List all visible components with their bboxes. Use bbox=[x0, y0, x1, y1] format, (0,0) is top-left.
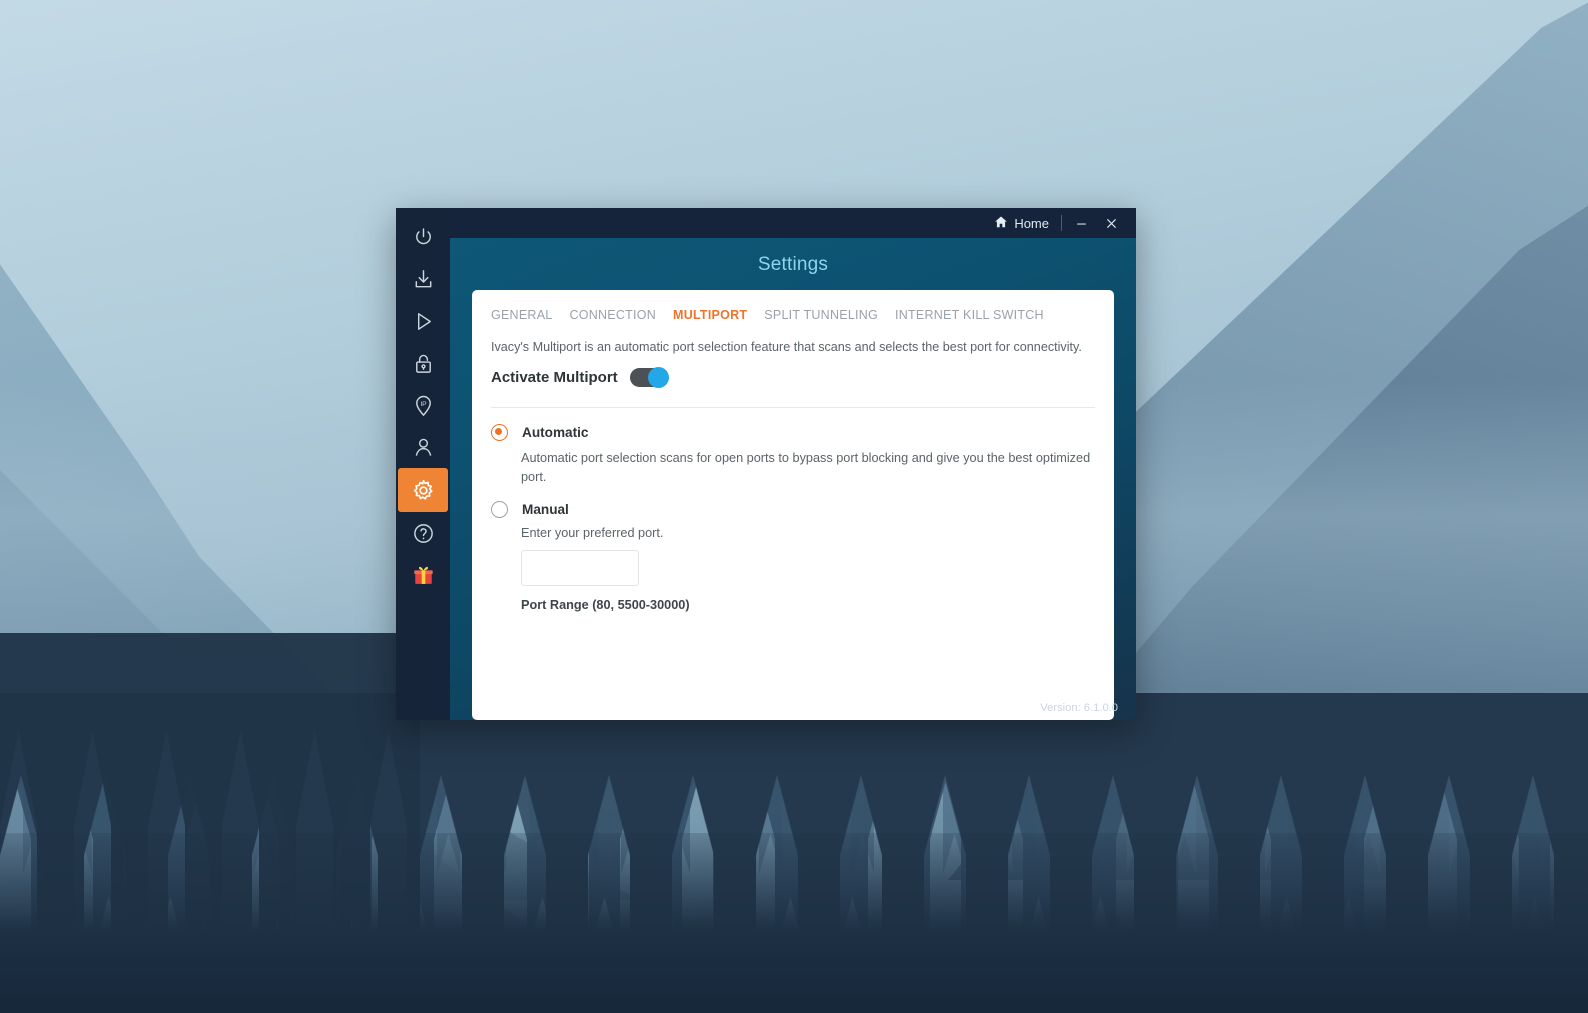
page-title: Settings bbox=[757, 254, 829, 275]
help-icon bbox=[412, 522, 435, 545]
tab-general[interactable]: GENERAL bbox=[491, 308, 553, 322]
forest-floor bbox=[0, 833, 1588, 1013]
ivacy-vpn-window: IP Home Settings GENERAL CONNECTION MULT… bbox=[396, 208, 1136, 720]
sidebar-item-ip[interactable]: IP bbox=[398, 384, 448, 426]
activate-multiport-label: Activate Multiport bbox=[491, 369, 618, 386]
sidebar-item-settings[interactable] bbox=[398, 468, 448, 512]
sidebar-item-streaming[interactable] bbox=[398, 300, 448, 342]
main-panel: Home Settings GENERAL CONNECTION MULTIPO… bbox=[450, 208, 1136, 720]
sidebar-item-help[interactable] bbox=[398, 512, 448, 554]
sidebar-item-download[interactable] bbox=[398, 258, 448, 300]
download-icon bbox=[412, 268, 435, 291]
home-label: Home bbox=[1014, 215, 1049, 231]
toggle-knob bbox=[647, 367, 669, 388]
automatic-label: Automatic bbox=[522, 425, 589, 440]
settings-tabs: GENERAL CONNECTION MULTIPORT SPLIT TUNNE… bbox=[491, 308, 1095, 322]
close-button[interactable] bbox=[1096, 210, 1126, 236]
desktop-wallpaper: IP Home Settings GENERAL CONNECTION MULT… bbox=[0, 0, 1588, 1013]
multiport-description: Ivacy's Multiport is an automatic port s… bbox=[491, 340, 1082, 354]
minimize-button[interactable] bbox=[1066, 210, 1096, 236]
settings-card: GENERAL CONNECTION MULTIPORT SPLIT TUNNE… bbox=[472, 290, 1114, 720]
sidebar-item-security[interactable] bbox=[398, 342, 448, 384]
tab-split-tunneling[interactable]: SPLIT TUNNELING bbox=[764, 308, 878, 322]
manual-hint: Enter your preferred port. bbox=[521, 526, 664, 541]
port-input[interactable] bbox=[521, 550, 639, 587]
version-label: Version: 6.1.0.0 bbox=[1040, 702, 1118, 714]
gift-icon bbox=[412, 564, 435, 587]
home-button[interactable]: Home bbox=[994, 215, 1061, 232]
manual-label: Manual bbox=[522, 502, 569, 518]
tab-internet-kill-switch[interactable]: INTERNET KILL SWITCH bbox=[895, 308, 1044, 322]
sidebar-item-gift[interactable] bbox=[398, 554, 448, 596]
tab-connection[interactable]: CONNECTION bbox=[570, 308, 657, 322]
automatic-description: Automatic port selection scans for open … bbox=[521, 451, 1091, 485]
lock-icon bbox=[412, 352, 435, 375]
ip-pin-icon: IP bbox=[412, 394, 435, 417]
section-divider bbox=[491, 407, 1095, 408]
port-range-label: Port Range (80, 5500-30000) bbox=[521, 598, 690, 613]
manual-radio[interactable] bbox=[491, 501, 508, 519]
gear-icon bbox=[411, 478, 436, 503]
tab-multiport[interactable]: MULTIPORT bbox=[673, 308, 747, 322]
home-icon bbox=[994, 215, 1008, 232]
sidebar: IP bbox=[396, 208, 450, 720]
svg-text:IP: IP bbox=[420, 401, 427, 408]
user-icon bbox=[412, 436, 435, 459]
sidebar-item-power[interactable] bbox=[398, 216, 448, 258]
play-icon bbox=[412, 310, 435, 333]
manual-option-row[interactable]: Manual bbox=[491, 501, 1095, 519]
automatic-option-row[interactable]: Automatic bbox=[491, 424, 1095, 441]
power-icon bbox=[412, 226, 435, 249]
activate-multiport-toggle[interactable] bbox=[629, 367, 669, 388]
sidebar-item-account[interactable] bbox=[398, 426, 448, 468]
titlebar: Home bbox=[450, 208, 1136, 238]
automatic-radio[interactable] bbox=[491, 424, 508, 441]
activate-multiport-row: Activate Multiport bbox=[491, 367, 1095, 388]
titlebar-separator bbox=[1061, 215, 1062, 231]
